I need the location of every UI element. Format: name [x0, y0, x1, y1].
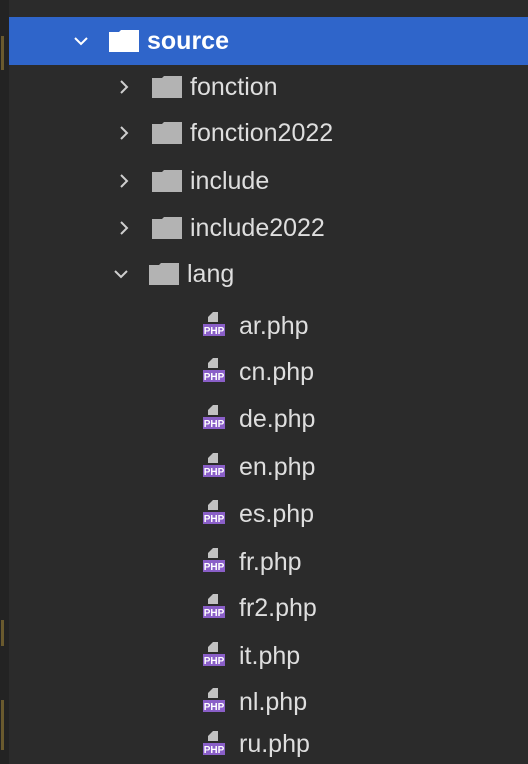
tree-row-label: ar.php [239, 311, 309, 340]
folder-icon [152, 76, 182, 98]
tree-row-file[interactable]: PHP ru.php [9, 725, 528, 764]
tree-row-label: fonction2022 [190, 118, 334, 147]
php-badge-text: PHP [204, 608, 225, 619]
tree-row-file[interactable]: PHP fr2.php [9, 584, 528, 632]
folder-icon [152, 122, 182, 144]
tree-row-label: de.php [239, 404, 316, 433]
tree-row-file[interactable]: PHP nl.php [9, 678, 528, 726]
php-file-icon: PHP [199, 727, 235, 763]
php-file-icon: PHP [199, 590, 235, 626]
php-badge-text: PHP [204, 372, 225, 383]
tree-row-label: fonction [190, 72, 278, 101]
php-badge-text: PHP [204, 467, 225, 478]
folder-icon [152, 170, 182, 192]
tree-row-file[interactable]: PHP de.php [9, 395, 528, 443]
gutter-marker [1, 36, 4, 70]
tree-row-fonction[interactable]: fonction [9, 63, 528, 111]
tree-row-file[interactable]: PHP cn.php [9, 348, 528, 396]
folder-icon [152, 217, 182, 239]
php-badge-text: PHP [204, 562, 225, 573]
tree-row-include[interactable]: include [9, 157, 528, 205]
tree-row-file[interactable]: PHP fr.php [9, 538, 528, 586]
tree-row-label: lang [187, 259, 235, 288]
php-badge-text: PHP [204, 745, 225, 756]
php-file-icon: PHP [199, 449, 235, 485]
chevron-down-icon[interactable] [71, 31, 91, 51]
php-file-icon: PHP [199, 544, 235, 580]
php-file-icon: PHP [199, 638, 235, 674]
tree-row-label: nl.php [239, 687, 308, 716]
php-badge-text: PHP [204, 326, 225, 337]
chevron-right-icon[interactable] [114, 218, 134, 238]
folder-icon [109, 30, 139, 52]
tree-row-lang[interactable]: lang [9, 250, 528, 298]
gutter-marker [1, 620, 4, 646]
tree-row-label: include2022 [190, 213, 325, 242]
tree-row-fonction2022[interactable]: fonction2022 [9, 109, 528, 157]
php-badge-text: PHP [204, 702, 225, 713]
tree-row-file[interactable]: PHP ar.php [9, 302, 528, 350]
tree-row-label: it.php [239, 641, 301, 670]
tree-row-label: en.php [239, 452, 316, 481]
php-badge-text: PHP [204, 656, 225, 667]
php-file-icon: PHP [199, 684, 235, 720]
php-file-icon: PHP [199, 496, 235, 532]
project-tree: source fonction fonction2022 include inc… [0, 0, 528, 764]
tree-row-file[interactable]: PHP es.php [9, 490, 528, 538]
php-badge-text: PHP [204, 514, 225, 525]
tree-row-label: fr2.php [239, 593, 317, 622]
chevron-right-icon[interactable] [114, 123, 134, 143]
php-file-icon: PHP [199, 401, 235, 437]
tree-row-include2022[interactable]: include2022 [9, 204, 528, 252]
tree-row-source[interactable]: source [9, 17, 528, 65]
tree-row-label: include [190, 166, 270, 195]
tree-row-label: cn.php [239, 357, 315, 386]
php-badge-text: PHP [204, 419, 225, 430]
tree-row-label: fr.php [239, 547, 302, 576]
folder-icon [149, 263, 179, 285]
tree-row-file[interactable]: PHP it.php [9, 632, 528, 680]
tree-row-file[interactable]: PHP en.php [9, 443, 528, 491]
tree-row-label: ru.php [239, 730, 310, 758]
php-file-icon: PHP [199, 354, 235, 390]
chevron-right-icon[interactable] [114, 171, 134, 191]
tree-row-label: source [147, 26, 229, 55]
editor-gutter [0, 0, 9, 764]
gutter-marker [1, 700, 4, 750]
chevron-right-icon[interactable] [114, 77, 134, 97]
php-file-icon: PHP [199, 308, 235, 344]
chevron-down-icon[interactable] [111, 264, 131, 284]
tree-row-label: es.php [239, 499, 315, 528]
